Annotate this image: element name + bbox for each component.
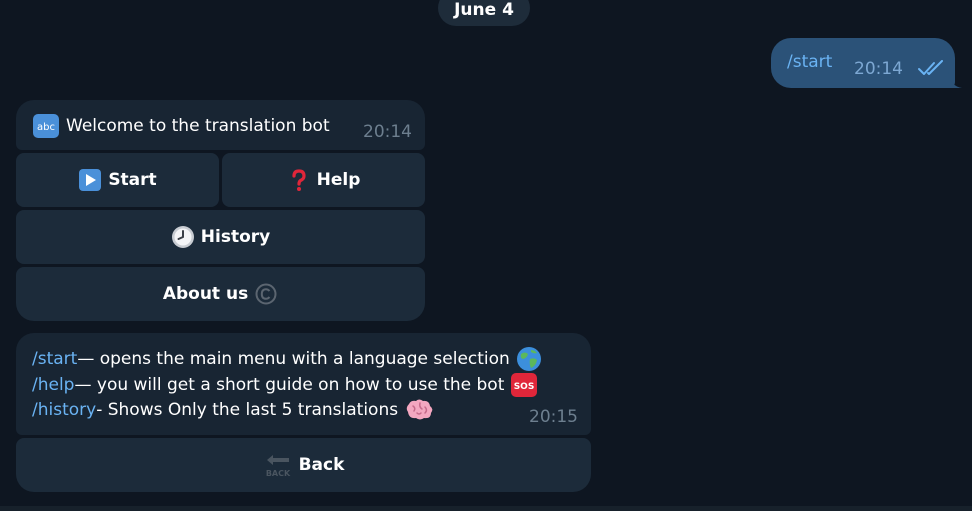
chat-area: June 4 /start 20:14 abc Welcome to the t… [0, 0, 972, 511]
sos-icon-text: SOS [514, 382, 535, 392]
start-button[interactable]: Start [16, 153, 219, 207]
help-line-start: /start — opens the main menu with a lang… [32, 346, 542, 372]
help-line-history: /history - Shows Only the last 5 transla… [32, 398, 434, 422]
welcome-time: 20:14 [363, 122, 412, 142]
svg-text:abc: abc [37, 122, 55, 133]
help-button[interactable]: Help [222, 153, 425, 207]
welcome-text: Welcome to the translation bot [66, 116, 330, 136]
back-button-label: Back [298, 455, 345, 475]
date-pill: June 4 [438, 0, 530, 26]
composer-edge [0, 506, 972, 511]
outgoing-message-text[interactable]: /start [787, 52, 832, 72]
copyright-icon [255, 283, 277, 305]
history-button[interactable]: History [16, 210, 425, 264]
help-button-label: Help [316, 170, 361, 190]
sos-icon: SOS [511, 373, 538, 397]
help-message-time: 20:15 [529, 407, 578, 427]
welcome-message[interactable]: abc Welcome to the translation bot 20:14 [16, 100, 425, 150]
bubble-tail [948, 72, 962, 88]
help-message[interactable]: /start — opens the main menu with a lang… [16, 333, 591, 435]
history-command-description: - Shows Only the last 5 translations [96, 400, 399, 420]
help-line-help: /help — you will get a short guide on ho… [32, 372, 538, 398]
back-arrow-icon: BACK [265, 455, 291, 478]
about-us-button-label: About us [162, 284, 249, 304]
start-command-description: — opens the main menu with a language se… [77, 349, 510, 369]
welcome-line: abc Welcome to the translation bot [32, 113, 330, 139]
back-icon-text: BACK [265, 469, 290, 478]
abc-icon: abc [33, 114, 59, 138]
outgoing-message-time: 20:14 [854, 59, 903, 79]
globe-icon [516, 347, 541, 371]
back-button[interactable]: BACK Back [16, 438, 591, 492]
start-command-link[interactable]: /start [32, 349, 77, 369]
about-us-button[interactable]: About us [16, 267, 425, 321]
help-command-link[interactable]: /help [32, 375, 74, 395]
play-icon [79, 169, 102, 191]
help-command-description: — you will get a short guide on how to u… [74, 375, 505, 395]
history-command-link[interactable]: /history [32, 400, 96, 420]
history-button-label: History [200, 227, 271, 247]
outgoing-message[interactable]: /start 20:14 [771, 38, 955, 88]
question-mark-icon [292, 169, 306, 191]
start-button-label: Start [108, 170, 157, 190]
double-check-icon [918, 60, 943, 75]
brain-icon [406, 399, 433, 420]
clock-icon [171, 226, 194, 248]
